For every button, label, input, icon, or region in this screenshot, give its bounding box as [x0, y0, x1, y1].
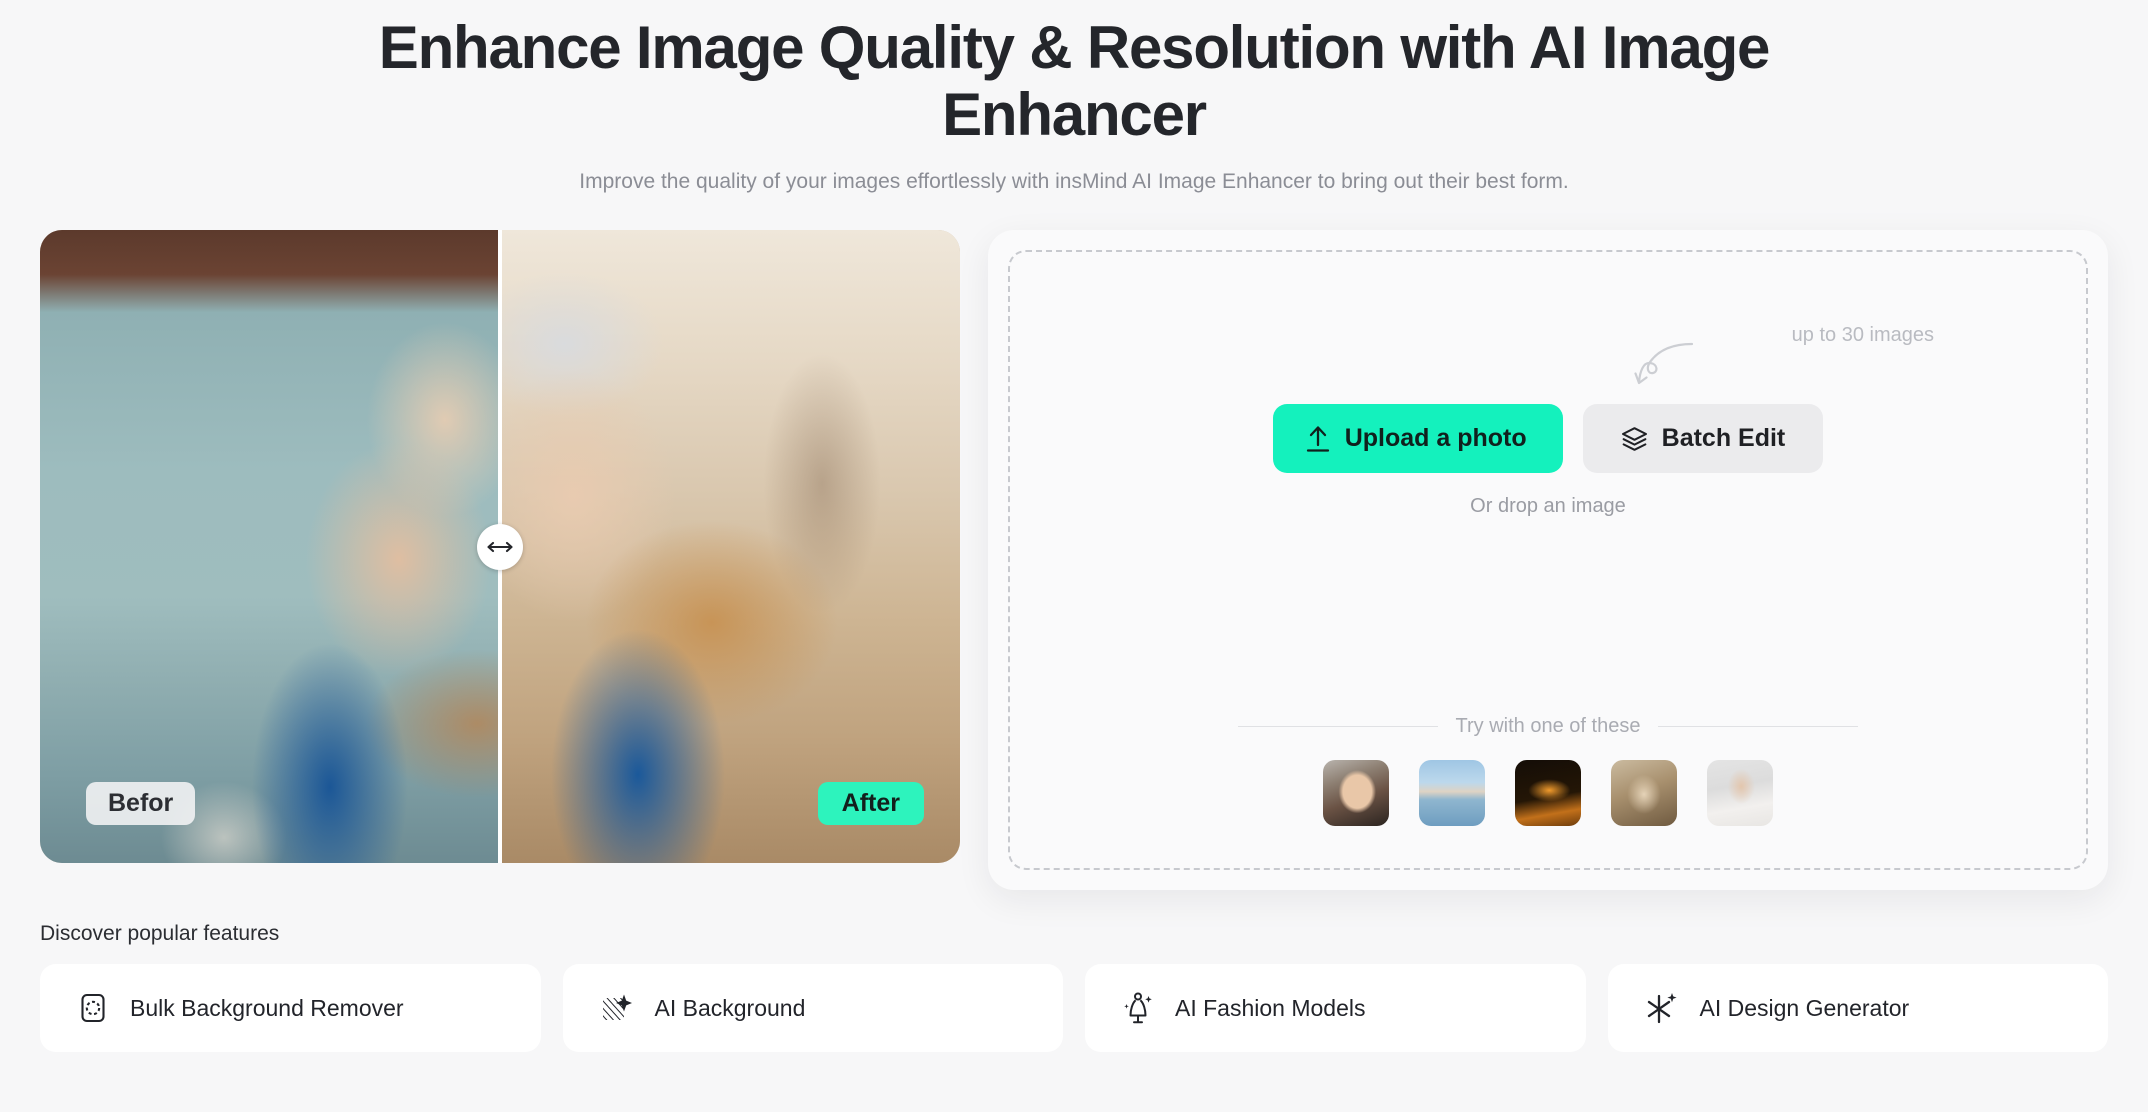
feature-label: Bulk Background Remover [130, 994, 404, 1021]
sample-thumbnail-woman-sunglasses[interactable] [1707, 760, 1773, 827]
after-label-badge: After [817, 782, 924, 826]
popular-features-title: Discover popular features [40, 922, 280, 946]
batch-edit-button[interactable]: Batch Edit [1582, 404, 1824, 474]
before-label-badge: Befor [86, 782, 196, 826]
bulk-background-remover-icon [81, 994, 105, 1023]
page-subtitle: Improve the quality of your images effor… [579, 170, 1569, 194]
feature-label: AI Fashion Models [1175, 994, 1366, 1021]
batch-hint: up to 30 images [1634, 324, 1934, 398]
feature-label: AI Design Generator [1699, 994, 1910, 1021]
upload-arrow-icon [1306, 426, 1329, 452]
after-image [500, 230, 960, 864]
ai-design-generator-icon [1647, 993, 1677, 1024]
upload-panel: up to 30 images Upload a photo Batch Edi… [988, 230, 2108, 891]
try-samples-label: Try with one of these [1455, 715, 1641, 738]
layers-icon [1621, 427, 1647, 451]
comparison-slider-handle[interactable] [477, 523, 523, 570]
try-samples-divider: Try with one of these [1238, 715, 1858, 738]
curved-arrow-icon [1634, 343, 1694, 385]
try-samples-section: Try with one of these [1238, 715, 1858, 827]
feature-card-grid: Bulk Background Remover AI Background AI… [40, 964, 2108, 1053]
upload-a-photo-label: Upload a photo [1344, 424, 1527, 453]
feature-card-ai-fashion-models[interactable]: AI Fashion Models [1085, 964, 1586, 1053]
batch-hint-label: up to 30 images [1791, 324, 1934, 347]
sample-thumbnail-row [1238, 760, 1858, 827]
batch-edit-label: Batch Edit [1661, 424, 1786, 453]
popular-features-section: Discover popular features Bulk Backgroun… [0, 890, 2148, 1053]
sample-thumbnail-orange-sneaker[interactable] [1515, 760, 1581, 827]
feature-label: AI Background [654, 994, 806, 1021]
before-image [40, 230, 500, 864]
sample-thumbnail-portrait-blonde[interactable] [1323, 760, 1389, 827]
drop-image-hint: Or drop an image [1470, 495, 1626, 518]
feature-card-bulk-background-remover[interactable]: Bulk Background Remover [40, 964, 541, 1053]
before-after-comparison[interactable]: Befor After [40, 230, 960, 864]
comparison-after-side [500, 230, 960, 864]
sample-thumbnail-vintage-portrait[interactable] [1611, 760, 1677, 827]
comparison-before-side [40, 230, 500, 864]
page-title: Enhance Image Quality & Resolution with … [378, 14, 1771, 149]
left-right-arrow-icon [487, 541, 513, 552]
upload-a-photo-button[interactable]: Upload a photo [1272, 404, 1563, 474]
feature-card-ai-design-generator[interactable]: AI Design Generator [1607, 964, 2108, 1053]
hero-header: Enhance Image Quality & Resolution with … [0, 0, 2148, 194]
sample-thumbnail-mountain-lake[interactable] [1419, 760, 1485, 827]
main-content-row: Befor After up to 30 images Upload a pho… [0, 194, 2148, 891]
feature-card-ai-background[interactable]: AI Background [562, 964, 1063, 1053]
dropzone[interactable]: up to 30 images Upload a photo Batch Edi… [1008, 250, 2088, 871]
ai-background-icon [602, 994, 632, 1021]
ai-fashion-models-icon [1124, 992, 1152, 1024]
upload-actions: Upload a photo Batch Edit [1272, 404, 1824, 474]
